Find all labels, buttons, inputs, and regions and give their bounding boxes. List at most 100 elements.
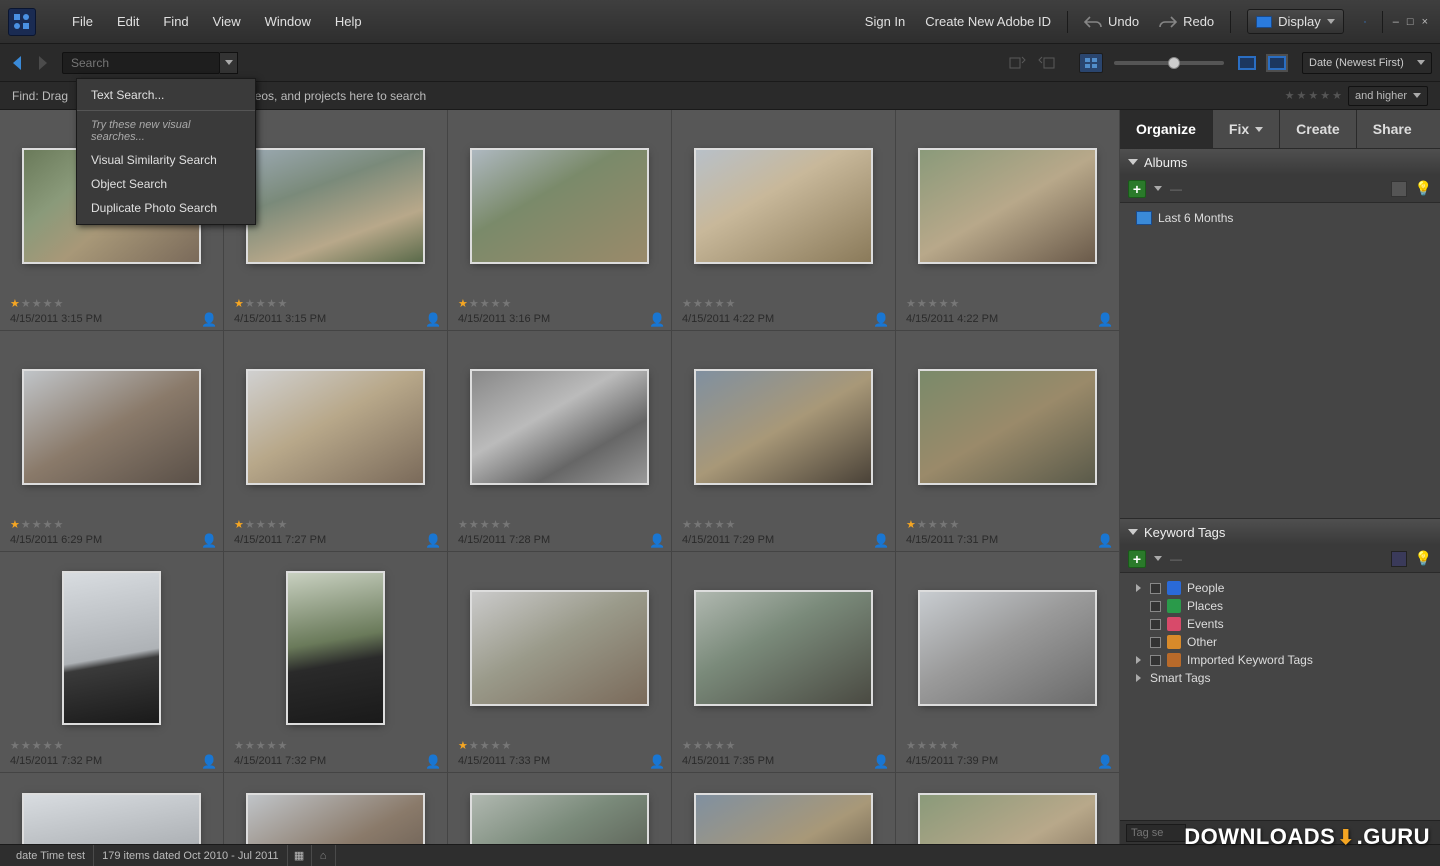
thumbnail-image[interactable] xyxy=(472,371,647,483)
thumbnail-cell[interactable]: ★★★★★4/15/2011 4:22 PM👤 xyxy=(672,110,896,331)
add-tag-button[interactable]: + xyxy=(1128,550,1146,568)
text-search-item[interactable]: Text Search... xyxy=(77,83,255,107)
sign-in-link[interactable]: Sign In xyxy=(855,8,915,35)
tag-badge-icon[interactable]: 👤 xyxy=(201,533,213,547)
thumbnail-image[interactable] xyxy=(920,795,1095,845)
add-album-menu[interactable] xyxy=(1154,186,1162,191)
search-dropdown-toggle[interactable] xyxy=(220,52,238,74)
tag-badge-icon[interactable]: 👤 xyxy=(425,312,437,326)
redo-button[interactable]: Redo xyxy=(1149,8,1224,35)
thumbnail-image[interactable] xyxy=(24,371,199,483)
thumbnail-cell[interactable] xyxy=(448,773,672,844)
thumbnail-cell[interactable]: ★★★★★4/15/2011 3:15 PM👤 xyxy=(224,110,448,331)
add-tag-menu[interactable] xyxy=(1154,556,1162,561)
rating-stars[interactable]: ★★★★★ xyxy=(906,739,1109,752)
object-search-item[interactable]: Object Search xyxy=(77,172,255,196)
rating-stars[interactable]: ★★★★★ xyxy=(458,739,661,752)
app-icon[interactable] xyxy=(8,8,36,36)
tag-badge-icon[interactable]: 👤 xyxy=(873,533,885,547)
thumbnail-cell[interactable]: ★★★★★4/15/2011 7:33 PM👤 xyxy=(448,552,672,773)
thumbnail-cell[interactable]: ★★★★★4/15/2011 6:29 PM👤 xyxy=(0,331,224,552)
thumbnail-image[interactable] xyxy=(696,150,871,262)
tag-other[interactable]: Other xyxy=(1128,633,1432,651)
thumbnail-image[interactable] xyxy=(472,795,647,845)
thumbnail-image[interactable] xyxy=(248,795,423,845)
zoom-thumb[interactable] xyxy=(1168,57,1180,69)
thumbnail-cell[interactable]: ★★★★★4/15/2011 7:29 PM👤 xyxy=(672,331,896,552)
single-view-button[interactable] xyxy=(1235,51,1259,75)
rating-stars[interactable]: ★★★★★ xyxy=(906,297,1109,310)
rotate-right-icon[interactable] xyxy=(1035,51,1059,75)
rating-stars[interactable]: ★★★★★ xyxy=(682,297,885,310)
rating-stars[interactable]: ★★★★★ xyxy=(682,518,885,531)
undo-button[interactable]: Undo xyxy=(1074,8,1149,35)
search-field[interactable] xyxy=(71,56,226,70)
forward-button[interactable] xyxy=(32,52,54,74)
thumbnail-cell[interactable]: ★★★★★4/15/2011 7:39 PM👤 xyxy=(896,552,1120,773)
rotate-left-icon[interactable] xyxy=(1005,51,1029,75)
rating-stars[interactable]: ★★★★★ xyxy=(10,518,213,531)
zoom-slider[interactable] xyxy=(1114,61,1224,65)
thumbnail-cell[interactable]: ★★★★★4/15/2011 7:35 PM👤 xyxy=(672,552,896,773)
tag-smart[interactable]: Smart Tags xyxy=(1128,669,1432,687)
edit-album-icon[interactable] xyxy=(1391,181,1407,197)
tag-badge-icon[interactable]: 👤 xyxy=(1097,754,1109,768)
rating-stars[interactable]: ★★★★★ xyxy=(682,739,885,752)
thumbnail-cell[interactable] xyxy=(224,773,448,844)
thumbnail-cell[interactable]: ★★★★★4/15/2011 7:27 PM👤 xyxy=(224,331,448,552)
thumbnail-cell[interactable]: ★★★★★4/15/2011 7:28 PM👤 xyxy=(448,331,672,552)
thumbnail-image[interactable] xyxy=(696,795,871,845)
tag-badge-icon[interactable]: 👤 xyxy=(873,312,885,326)
search-input[interactable] xyxy=(62,52,220,74)
tag-badge-icon[interactable]: 👤 xyxy=(201,312,213,326)
thumbnail-cell[interactable] xyxy=(0,773,224,844)
maximize-button[interactable]: □ xyxy=(1403,16,1418,28)
rating-stars[interactable]: ★★★★★ xyxy=(458,297,661,310)
rating-mode-dropdown[interactable]: and higher xyxy=(1348,86,1428,106)
status-icon-1[interactable]: ▦ xyxy=(288,845,312,866)
create-adobe-id-link[interactable]: Create New Adobe ID xyxy=(915,8,1061,35)
tag-people[interactable]: People xyxy=(1128,579,1432,597)
tag-imported[interactable]: Imported Keyword Tags xyxy=(1128,651,1432,669)
thumbnail-image[interactable] xyxy=(248,371,423,483)
tag-badge-icon[interactable]: 👤 xyxy=(649,533,661,547)
grid-view-button[interactable] xyxy=(1079,53,1103,73)
keyword-tags-header[interactable]: Keyword Tags xyxy=(1120,519,1440,545)
tag-badge-icon[interactable]: 👤 xyxy=(873,754,885,768)
thumbnail-cell[interactable]: ★★★★★4/15/2011 7:31 PM👤 xyxy=(896,331,1120,552)
tag-badge-icon[interactable]: 👤 xyxy=(1097,533,1109,547)
thumbnail-image[interactable] xyxy=(920,592,1095,704)
thumbnail-image[interactable] xyxy=(696,592,871,704)
rating-stars[interactable]: ★★★★★ xyxy=(458,518,661,531)
rating-stars[interactable]: ★★★★★ xyxy=(234,297,437,310)
menu-help[interactable]: Help xyxy=(323,8,374,35)
thumbnail-image[interactable] xyxy=(248,150,423,262)
album-item[interactable]: Last 6 Months xyxy=(1128,209,1432,227)
tab-organize[interactable]: Organize xyxy=(1120,110,1212,148)
duplicate-search-item[interactable]: Duplicate Photo Search xyxy=(77,196,255,220)
menu-find[interactable]: Find xyxy=(151,8,200,35)
thumbnail-cell[interactable] xyxy=(672,773,896,844)
thumbnail-cell[interactable]: ★★★★★4/15/2011 4:22 PM👤 xyxy=(896,110,1120,331)
thumbnail-image[interactable] xyxy=(696,371,871,483)
thumbnail-cell[interactable]: ★★★★★4/15/2011 7:32 PM👤 xyxy=(224,552,448,773)
tag-badge-icon[interactable]: 👤 xyxy=(649,754,661,768)
rating-stars[interactable]: ★★★★★ xyxy=(10,739,213,752)
thumbnail-cell[interactable] xyxy=(896,773,1120,844)
tab-fix[interactable]: Fix xyxy=(1212,110,1279,148)
close-button[interactable]: × xyxy=(1418,16,1432,28)
rating-stars[interactable]: ★★★★★ xyxy=(10,297,213,310)
people-recognition-icon[interactable] xyxy=(1391,551,1407,567)
status-icon-2[interactable]: ⌂ xyxy=(312,845,336,866)
tag-badge-icon[interactable]: 👤 xyxy=(425,533,437,547)
thumbnail-image[interactable] xyxy=(472,150,647,262)
rating-stars[interactable]: ★★★★★ xyxy=(234,739,437,752)
albums-header[interactable]: Albums xyxy=(1120,149,1440,175)
visual-similarity-item[interactable]: Visual Similarity Search xyxy=(77,148,255,172)
rating-stars[interactable]: ★★★★★ xyxy=(906,518,1109,531)
thumbnail-image[interactable] xyxy=(64,573,159,723)
tag-events[interactable]: Events xyxy=(1128,615,1432,633)
tag-search-input[interactable] xyxy=(1126,824,1186,842)
thumbnail-image[interactable] xyxy=(920,371,1095,483)
menu-file[interactable]: File xyxy=(60,8,105,35)
